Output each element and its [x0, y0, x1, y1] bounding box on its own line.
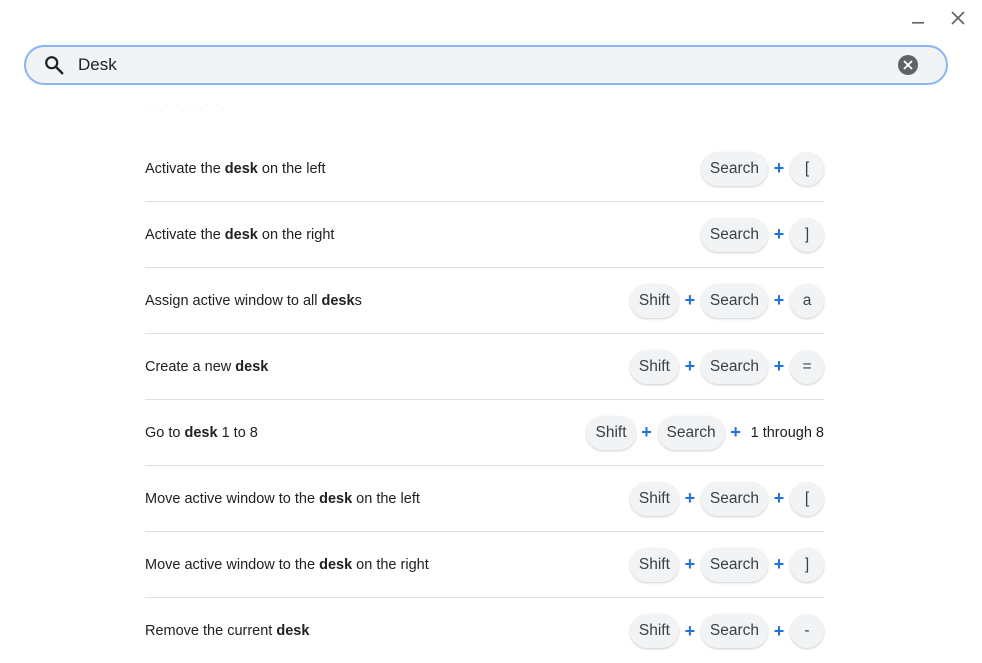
key-cap: =	[790, 349, 824, 384]
description-text: Activate the	[145, 160, 225, 177]
key-cap: Shift	[629, 547, 679, 582]
faded-category-header: · · · · · · · ·	[145, 96, 220, 111]
search-match-highlight: desk	[319, 490, 353, 507]
shortcut-description: Go to desk 1 to 8	[145, 425, 258, 441]
search-match-highlight: desk	[321, 292, 355, 309]
shortcut-keys: Search +[	[700, 151, 824, 186]
search-match-highlight: desk	[184, 424, 218, 441]
shortcut-keys: Shift + Search +]	[629, 547, 824, 582]
description-text: on the right	[257, 226, 335, 243]
key-cap: Search	[657, 415, 725, 450]
key-cap: [	[790, 151, 824, 186]
plus-separator: +	[684, 290, 696, 310]
search-input[interactable]	[78, 48, 896, 82]
search-bar[interactable]	[24, 45, 948, 85]
shortcut-keys: Shift + Search +[	[629, 481, 824, 516]
search-match-highlight: desk	[319, 556, 353, 573]
shortcut-description: Create a new desk	[145, 359, 268, 375]
key-range-text: 1 through 8	[750, 424, 824, 441]
results-list: Activate the desk on the left Search +[Act…	[145, 136, 824, 663]
description-text: Remove the current	[145, 623, 277, 639]
description-text: Go to	[145, 424, 185, 441]
plus-separator: +	[684, 554, 696, 574]
description-text: Move active window to the	[145, 490, 320, 507]
shortcut-row[interactable]: Move active window to the desk on the le…	[145, 466, 824, 532]
search-match-highlight: desk	[235, 358, 269, 375]
search-match-highlight: desk	[276, 623, 310, 639]
shortcut-keys: Shift + Search + a	[629, 283, 824, 318]
plus-separator: +	[773, 158, 785, 178]
search-icon	[42, 53, 66, 77]
description-text: on the right	[352, 556, 429, 573]
plus-separator: +	[684, 356, 696, 376]
close-window-button[interactable]	[942, 6, 974, 30]
clear-icon	[898, 55, 918, 75]
key-cap: ]	[790, 217, 824, 252]
shortcut-description: Move active window to the desk on the le…	[145, 491, 420, 507]
description-text: 1 to 8	[217, 424, 258, 441]
plus-separator: +	[773, 356, 785, 376]
shortcut-row[interactable]: Activate the desk on the left Search +[	[145, 136, 824, 202]
plus-separator: +	[773, 620, 785, 641]
search-match-highlight: desk	[224, 226, 258, 243]
plus-separator: +	[773, 554, 785, 574]
shortcuts-app: · · · · · · · · Activate the desk on the…	[0, 0, 982, 663]
shortcut-description: Activate the desk on the right	[145, 227, 334, 243]
shortcut-description: Remove the current desk	[145, 623, 309, 639]
description-text: Assign active window to all	[145, 292, 322, 309]
shortcut-description: Activate the desk on the left	[145, 161, 326, 177]
shortcut-row[interactable]: Go to desk 1 to 8 Shift + Search +1 through …	[145, 400, 824, 466]
shortcut-keys: Shift + Search +1 through 8	[586, 415, 824, 450]
key-cap: Search	[700, 349, 768, 384]
key-cap: a	[790, 283, 824, 318]
plus-separator: +	[641, 422, 652, 442]
key-cap: Shift	[586, 415, 636, 450]
plus-separator: +	[773, 290, 785, 310]
minimize-button[interactable]	[902, 6, 934, 30]
shortcut-row[interactable]: Activate the desk on the right Search +]	[145, 202, 824, 268]
key-cap: Search	[700, 283, 768, 318]
close-icon	[951, 11, 965, 25]
shortcut-description: Move active window to the desk on the ri…	[145, 557, 429, 573]
key-cap: Shift	[629, 283, 679, 318]
key-cap: ]	[790, 547, 824, 582]
shortcut-keys: Search +]	[700, 217, 824, 252]
key-cap: Search	[700, 217, 768, 252]
description-text: on the left	[257, 160, 326, 177]
window-controls	[902, 6, 974, 30]
plus-separator: +	[684, 620, 696, 641]
shortcut-row[interactable]: Remove the current desk Shift + Search + -	[145, 598, 824, 663]
plus-separator: +	[773, 224, 785, 244]
key-cap: Search	[700, 547, 768, 582]
shortcut-row[interactable]: Move active window to the desk on the ri…	[145, 532, 824, 598]
key-cap: -	[790, 614, 824, 648]
description-text: Activate the	[145, 226, 225, 243]
plus-separator: +	[773, 488, 785, 508]
shortcut-row[interactable]: Create a new desk Shift + Search + =	[145, 334, 824, 400]
shortcut-keys: Shift + Search + -	[629, 614, 824, 648]
shortcut-description: Assign active window to all desks	[145, 293, 362, 309]
description-text: s	[354, 292, 362, 309]
minimize-icon	[912, 22, 924, 24]
clear-search-button[interactable]	[896, 53, 920, 77]
description-text: on the left	[352, 490, 420, 507]
key-cap: Search	[700, 614, 768, 648]
key-cap: Shift	[629, 349, 679, 384]
key-cap: Shift	[629, 481, 679, 516]
shortcut-row[interactable]: Assign active window to all desks Shift + S…	[145, 268, 824, 334]
description-text: Create a new	[145, 358, 236, 375]
plus-separator: +	[684, 488, 696, 508]
plus-separator: +	[730, 422, 741, 442]
search-match-highlight: desk	[224, 160, 258, 177]
description-text: Move active window to the	[145, 556, 320, 573]
shortcut-keys: Shift + Search + =	[629, 349, 824, 384]
key-cap: Search	[700, 481, 768, 516]
key-cap: [	[790, 481, 824, 516]
key-cap: Shift	[629, 614, 679, 648]
key-cap: Search	[700, 151, 768, 186]
